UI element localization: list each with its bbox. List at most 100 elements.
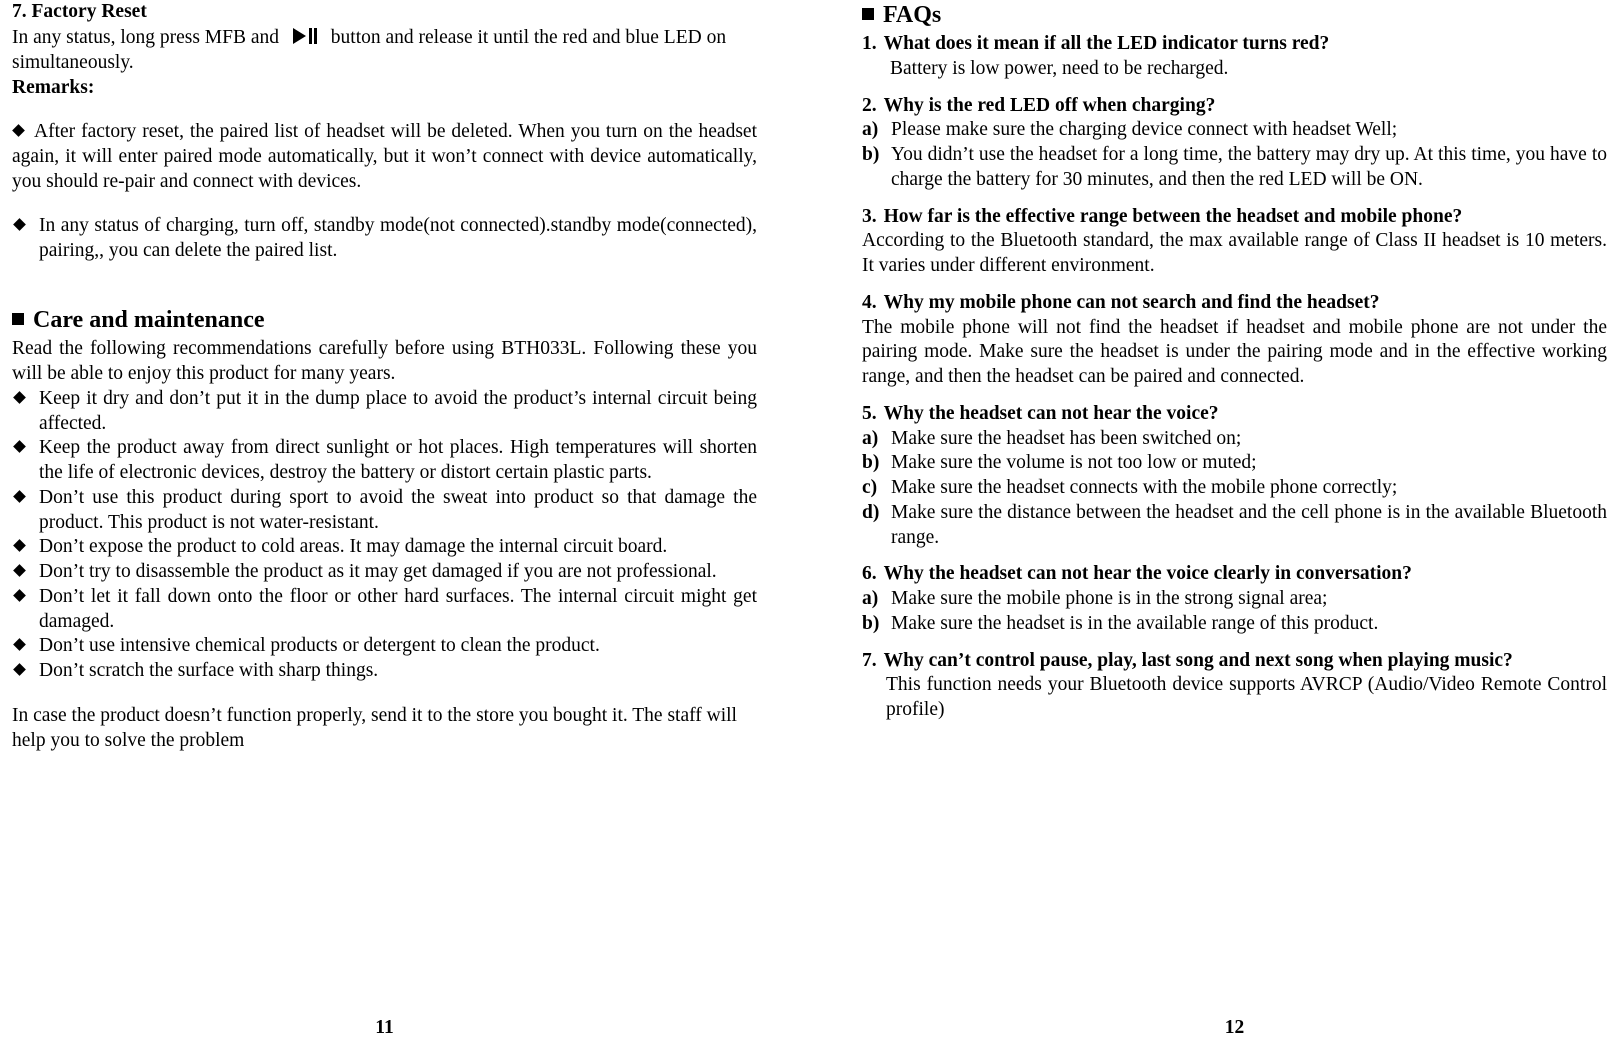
- answer-text: Make sure the mobile phone is in the str…: [891, 588, 1328, 609]
- remarks-item-1: After factory reset, the paired list of …: [12, 120, 757, 194]
- answer-text: Make sure the headset is in the availabl…: [891, 612, 1379, 634]
- remarks-item-2-text: In any status of charging, turn off, sta…: [39, 214, 757, 261]
- diamond-bullet-icon: [13, 638, 26, 652]
- faq-answer: According to the Bluetooth standard, the…: [862, 230, 1607, 276]
- page-number-left: 11: [375, 1017, 394, 1039]
- faq-number: 2.: [862, 94, 877, 116]
- care-item-text: Don’t expose the product to cold areas. …: [39, 536, 668, 558]
- closing-paragraph: In case the product doesn’t function pro…: [12, 704, 737, 751]
- faqs-title: FAQs: [883, 2, 942, 28]
- care-and-maintenance-title: Care and maintenance: [33, 307, 265, 334]
- care-and-maintenance-heading: Care and maintenance: [12, 305, 757, 335]
- factory-reset-text-before: In any status, long press MFB and: [12, 27, 280, 49]
- faq-question: 4. Why my mobile phone can not search an…: [862, 291, 1607, 316]
- faq-question-text: Why the headset can not hear the voice?: [883, 402, 1219, 424]
- care-item-text: Keep the product away from direct sunlig…: [39, 437, 757, 484]
- answer-label: a): [862, 119, 879, 141]
- care-item: Don’t try to disassemble the product as …: [12, 560, 757, 585]
- faq-answer-item: a) Make sure the headset has been switch…: [862, 427, 1607, 452]
- play-pause-icon: [292, 27, 318, 45]
- page-number-right: 12: [1224, 1017, 1245, 1039]
- right-page-content: FAQs 1. What does it mean if all the LED…: [862, 0, 1607, 723]
- answer-label: c): [862, 477, 878, 498]
- left-page-content: 7. Factory Reset In any status, long pre…: [12, 0, 757, 753]
- factory-reset-paragraph: In any status, long press MFB and button…: [12, 25, 757, 76]
- care-item-text: Don’t scratch the surface with sharp thi…: [39, 660, 379, 682]
- faq-answer-item: b) Make sure the volume is not too low o…: [862, 451, 1607, 476]
- care-item-text: Don’t use this product during sport to a…: [39, 486, 757, 533]
- left-page: 7. Factory Reset In any status, long pre…: [12, 0, 757, 1049]
- care-item-text: Don’t use intensive chemical products or…: [39, 635, 600, 657]
- answer-text: Make sure the distance between the heads…: [891, 501, 1607, 548]
- faq-number: 1.: [862, 33, 877, 54]
- answer-label: d): [862, 501, 880, 523]
- answer-text: You didn’t use the headset for a long ti…: [891, 144, 1607, 190]
- care-list: Keep it dry and don’t put it in the dump…: [12, 387, 757, 684]
- answer-label: b): [862, 144, 880, 165]
- diamond-bullet-icon: [13, 588, 26, 602]
- faq-number: 3.: [862, 205, 877, 227]
- diamond-bullet-icon: [13, 539, 26, 553]
- square-bullet-icon: [862, 8, 874, 20]
- faq-answer-item: d) Make sure the distance between the he…: [862, 501, 1607, 551]
- faq-question-text: What does it mean if all the LED indicat…: [883, 33, 1330, 54]
- right-page: FAQs 1. What does it mean if all the LED…: [862, 0, 1607, 1049]
- care-item: Keep it dry and don’t put it in the dump…: [12, 387, 757, 437]
- faq-answer-item: b) Make sure the headset is in the avail…: [862, 612, 1607, 637]
- remarks-item-1-text: After factory reset, the paired list of …: [12, 121, 757, 192]
- care-item: Don’t let it fall down onto the floor or…: [12, 585, 757, 635]
- diamond-bullet-icon: [13, 217, 26, 231]
- faq-question-text: Why the headset can not hear the voice c…: [883, 563, 1412, 585]
- faq-answer-item: a) Make sure the mobile phone is in the …: [862, 587, 1607, 612]
- faq-question: 2. Why is the red LED off when charging?: [862, 94, 1607, 119]
- faq-question-text: Why my mobile phone can not search and f…: [883, 291, 1380, 313]
- faq-number: 4.: [862, 291, 877, 313]
- faq-question: 5. Why the headset can not hear the voic…: [862, 402, 1607, 427]
- care-intro-paragraph: Read the following recommendations caref…: [12, 338, 757, 385]
- faq-question: 6. Why the headset can not hear the voic…: [862, 562, 1607, 587]
- diamond-bullet-icon: [13, 663, 26, 676]
- faq-question: 7. Why can’t control pause, play, last s…: [862, 649, 1607, 674]
- answer-text: Please make sure the charging device con…: [891, 119, 1398, 141]
- faq-question-text: Why can’t control pause, play, last song…: [883, 649, 1513, 671]
- diamond-bullet-icon: [13, 564, 26, 577]
- care-item: Don’t scratch the surface with sharp thi…: [12, 659, 757, 684]
- diamond-bullet-icon: [13, 440, 26, 454]
- answer-text: Make sure the headset connects with the …: [891, 477, 1398, 498]
- care-item-text: Don’t try to disassemble the product as …: [39, 561, 717, 583]
- faq-answer: Battery is low power, need to be recharg…: [890, 57, 1229, 79]
- faq-answer-item: b) You didn’t use the headset for a long…: [862, 143, 1607, 193]
- faq-number: 7.: [862, 649, 877, 671]
- faq-number: 6.: [862, 563, 877, 585]
- diamond-bullet-icon: [12, 124, 25, 137]
- care-item-text: Don’t let it fall down onto the floor or…: [39, 585, 757, 632]
- diamond-bullet-icon: [13, 489, 26, 503]
- remarks-label: Remarks:: [12, 76, 95, 98]
- answer-label: b): [862, 612, 880, 634]
- care-item: Keep the product away from direct sunlig…: [12, 436, 757, 486]
- section-heading-factory-reset: 7. Factory Reset: [12, 1, 147, 22]
- faq-answer-item: a) Please make sure the charging device …: [862, 118, 1607, 143]
- diamond-bullet-icon: [13, 390, 26, 404]
- answer-label: a): [862, 588, 879, 609]
- remarks-item-2: In any status of charging, turn off, sta…: [12, 214, 757, 264]
- answer-label: a): [862, 427, 879, 449]
- faq-question-text: How far is the effective range between t…: [883, 205, 1463, 227]
- square-bullet-icon: [12, 313, 24, 326]
- faq-question-text: Why is the red LED off when charging?: [883, 94, 1216, 116]
- faq-answer-item: c) Make sure the headset connects with t…: [862, 476, 1607, 501]
- answer-text: Make sure the volume is not too low or m…: [891, 452, 1257, 474]
- answer-label: b): [862, 452, 880, 474]
- care-item: Don’t use intensive chemical products or…: [12, 634, 757, 659]
- care-item: Don’t expose the product to cold areas. …: [12, 535, 757, 560]
- answer-text: Make sure the headset has been switched …: [891, 427, 1242, 449]
- remarks-list: In any status of charging, turn off, sta…: [12, 214, 757, 264]
- care-item-text: Keep it dry and don’t put it in the dump…: [39, 387, 757, 434]
- faqs-heading: FAQs: [862, 0, 1607, 30]
- faq-number: 5.: [862, 402, 877, 424]
- care-item: Don’t use this product during sport to a…: [12, 486, 757, 536]
- faq-question: 1. What does it mean if all the LED indi…: [862, 32, 1607, 57]
- faq-question: 3. How far is the effective range betwee…: [862, 205, 1607, 230]
- faq-answer: This function needs your Bluetooth devic…: [886, 674, 1607, 720]
- faq-answer: The mobile phone will not find the heads…: [862, 316, 1607, 388]
